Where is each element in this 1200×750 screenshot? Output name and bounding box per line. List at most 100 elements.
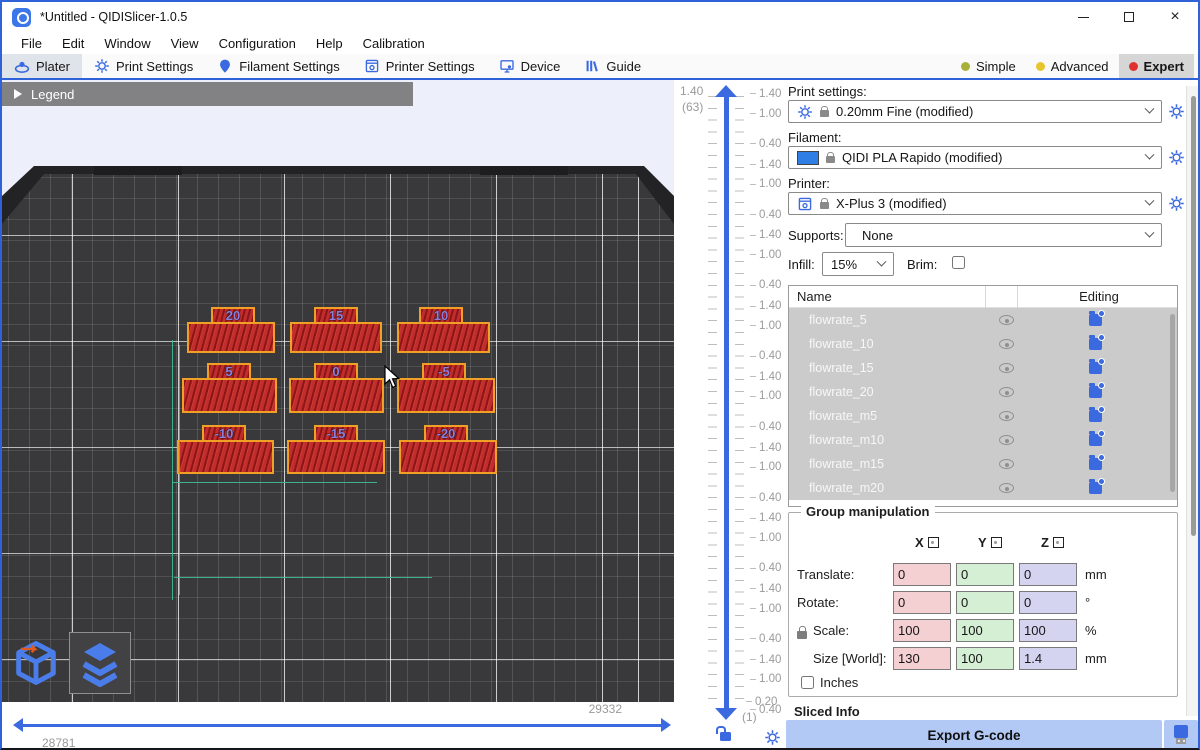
calibration-object-tab[interactable]: 0 <box>314 363 358 380</box>
inches-checkbox[interactable] <box>801 676 814 689</box>
calibration-object[interactable] <box>287 440 385 474</box>
calibration-object-tab[interactable]: 5 <box>207 363 251 380</box>
calibration-object-tab[interactable]: -10 <box>202 425 246 442</box>
edit-object-icon[interactable] <box>1089 434 1102 446</box>
printer-gear-button[interactable] <box>1168 195 1185 212</box>
menu-item-file[interactable]: File <box>12 34 51 53</box>
table-row[interactable]: flowrate_m10 <box>789 428 1177 452</box>
table-row[interactable]: flowrate_10 <box>789 332 1177 356</box>
layer-slider-track[interactable] <box>724 96 729 710</box>
edit-object-icon[interactable] <box>1089 410 1102 422</box>
manipulation-input-x[interactable] <box>893 647 951 670</box>
calibration-object-tab[interactable]: 15 <box>314 307 358 324</box>
table-row[interactable]: flowrate_15 <box>789 356 1177 380</box>
table-row[interactable]: flowrate_20 <box>789 380 1177 404</box>
layer-slider-lower-handle[interactable] <box>715 708 737 720</box>
gcode-slider-left-handle[interactable] <box>13 718 23 732</box>
filament-combo[interactable]: QIDI PLA Rapido (modified) <box>788 146 1162 169</box>
manipulation-input-y[interactable] <box>956 563 1014 586</box>
calibration-object[interactable] <box>399 440 497 474</box>
gcode-slider-right-handle[interactable] <box>661 718 671 732</box>
export-gcode-button[interactable]: Export G-code <box>786 720 1162 750</box>
manipulation-input-x[interactable] <box>893 619 951 642</box>
menu-item-view[interactable]: View <box>162 34 208 53</box>
visibility-eye-icon[interactable] <box>999 387 1014 397</box>
brim-checkbox[interactable] <box>952 256 965 269</box>
menu-item-edit[interactable]: Edit <box>53 34 93 53</box>
mode-expert[interactable]: Expert <box>1119 54 1194 78</box>
manipulation-input-y[interactable] <box>956 647 1014 670</box>
edit-object-icon[interactable] <box>1089 458 1102 470</box>
manipulation-input-x[interactable] <box>893 591 951 614</box>
panel-scrollbar-thumb[interactable] <box>1191 96 1196 536</box>
edit-object-icon[interactable] <box>1089 314 1102 326</box>
layer-slider-gear-icon[interactable] <box>764 729 781 746</box>
panel-scrollbar[interactable] <box>1186 86 1199 716</box>
visibility-eye-icon[interactable] <box>999 483 1014 493</box>
visibility-eye-icon[interactable] <box>999 411 1014 421</box>
calibration-object-tab[interactable]: -20 <box>424 425 468 442</box>
calibration-object[interactable] <box>187 322 275 353</box>
tab-filament-settings[interactable]: Filament Settings <box>205 54 351 78</box>
viewport-3d[interactable]: 20 15 10 5 0 -5 -10 -15 -20 Legend <box>2 80 674 702</box>
preview-view-button[interactable] <box>69 632 131 694</box>
supports-combo[interactable]: None <box>845 223 1162 247</box>
maximize-button[interactable] <box>1106 2 1152 32</box>
calibration-object-tab[interactable]: -5 <box>422 363 466 380</box>
print-settings-gear-button[interactable] <box>1168 103 1185 120</box>
visibility-eye-icon[interactable] <box>999 315 1014 325</box>
table-row[interactable]: flowrate_m5 <box>789 404 1177 428</box>
calibration-object-tab[interactable]: -15 <box>314 425 358 442</box>
calibration-object[interactable] <box>182 378 277 413</box>
calibration-object[interactable] <box>177 440 274 474</box>
printer-combo[interactable]: X-Plus 3 (modified) <box>788 192 1162 215</box>
edit-object-icon[interactable] <box>1089 362 1102 374</box>
manipulation-input-z[interactable] <box>1019 619 1077 642</box>
visibility-eye-icon[interactable] <box>999 459 1014 469</box>
manipulation-input-z[interactable] <box>1019 563 1077 586</box>
menu-item-configuration[interactable]: Configuration <box>210 34 305 53</box>
calibration-object[interactable] <box>290 322 382 353</box>
visibility-eye-icon[interactable] <box>999 435 1014 445</box>
manipulation-input-y[interactable] <box>956 619 1014 642</box>
editor-view-button[interactable] <box>5 632 67 694</box>
gcode-move-slider[interactable] <box>22 724 662 727</box>
mode-advanced[interactable]: Advanced <box>1026 54 1119 78</box>
manipulation-input-z[interactable] <box>1019 591 1077 614</box>
manipulation-input-z[interactable] <box>1019 647 1077 670</box>
print-settings-combo[interactable]: 0.20mm Fine (modified) <box>788 100 1162 123</box>
calibration-object[interactable] <box>397 378 495 413</box>
minimize-button[interactable] <box>1060 2 1106 32</box>
edit-object-icon[interactable] <box>1089 338 1102 350</box>
tab-guide[interactable]: Guide <box>572 54 653 78</box>
visibility-eye-icon[interactable] <box>999 363 1014 373</box>
table-row[interactable]: flowrate_m20 <box>789 476 1177 500</box>
uniform-scale-lock-icon[interactable] <box>797 631 807 639</box>
edit-object-icon[interactable] <box>1089 482 1102 494</box>
tab-print-settings[interactable]: Print Settings <box>82 54 205 78</box>
edit-object-icon[interactable] <box>1089 386 1102 398</box>
object-list-scrollbar[interactable] <box>1170 314 1175 492</box>
table-row[interactable]: flowrate_m15 <box>789 452 1177 476</box>
close-button[interactable]: × <box>1152 2 1198 32</box>
filament-gear-button[interactable] <box>1168 149 1185 166</box>
tab-device[interactable]: Device <box>487 54 573 78</box>
manipulation-input-x[interactable] <box>893 563 951 586</box>
mode-simple[interactable]: Simple <box>951 54 1026 78</box>
legend-bar[interactable]: Legend <box>2 82 413 106</box>
calibration-object[interactable] <box>289 378 384 413</box>
menu-item-window[interactable]: Window <box>95 34 159 53</box>
export-usb-button[interactable] <box>1164 720 1198 750</box>
manipulation-input-y[interactable] <box>956 591 1014 614</box>
calibration-object-tab[interactable]: 20 <box>211 307 255 324</box>
visibility-eye-icon[interactable] <box>999 339 1014 349</box>
calibration-object[interactable] <box>397 322 490 353</box>
menu-item-help[interactable]: Help <box>307 34 352 53</box>
calibration-object-tab[interactable]: 10 <box>419 307 463 324</box>
menu-item-calibration[interactable]: Calibration <box>354 34 434 53</box>
tab-printer-settings[interactable]: Printer Settings <box>352 54 487 78</box>
infill-combo[interactable]: 15% <box>822 252 894 276</box>
table-row[interactable]: flowrate_5 <box>789 308 1177 332</box>
layer-slider-lock-icon[interactable] <box>720 732 731 741</box>
layer-slider-upper-handle[interactable] <box>715 85 737 97</box>
